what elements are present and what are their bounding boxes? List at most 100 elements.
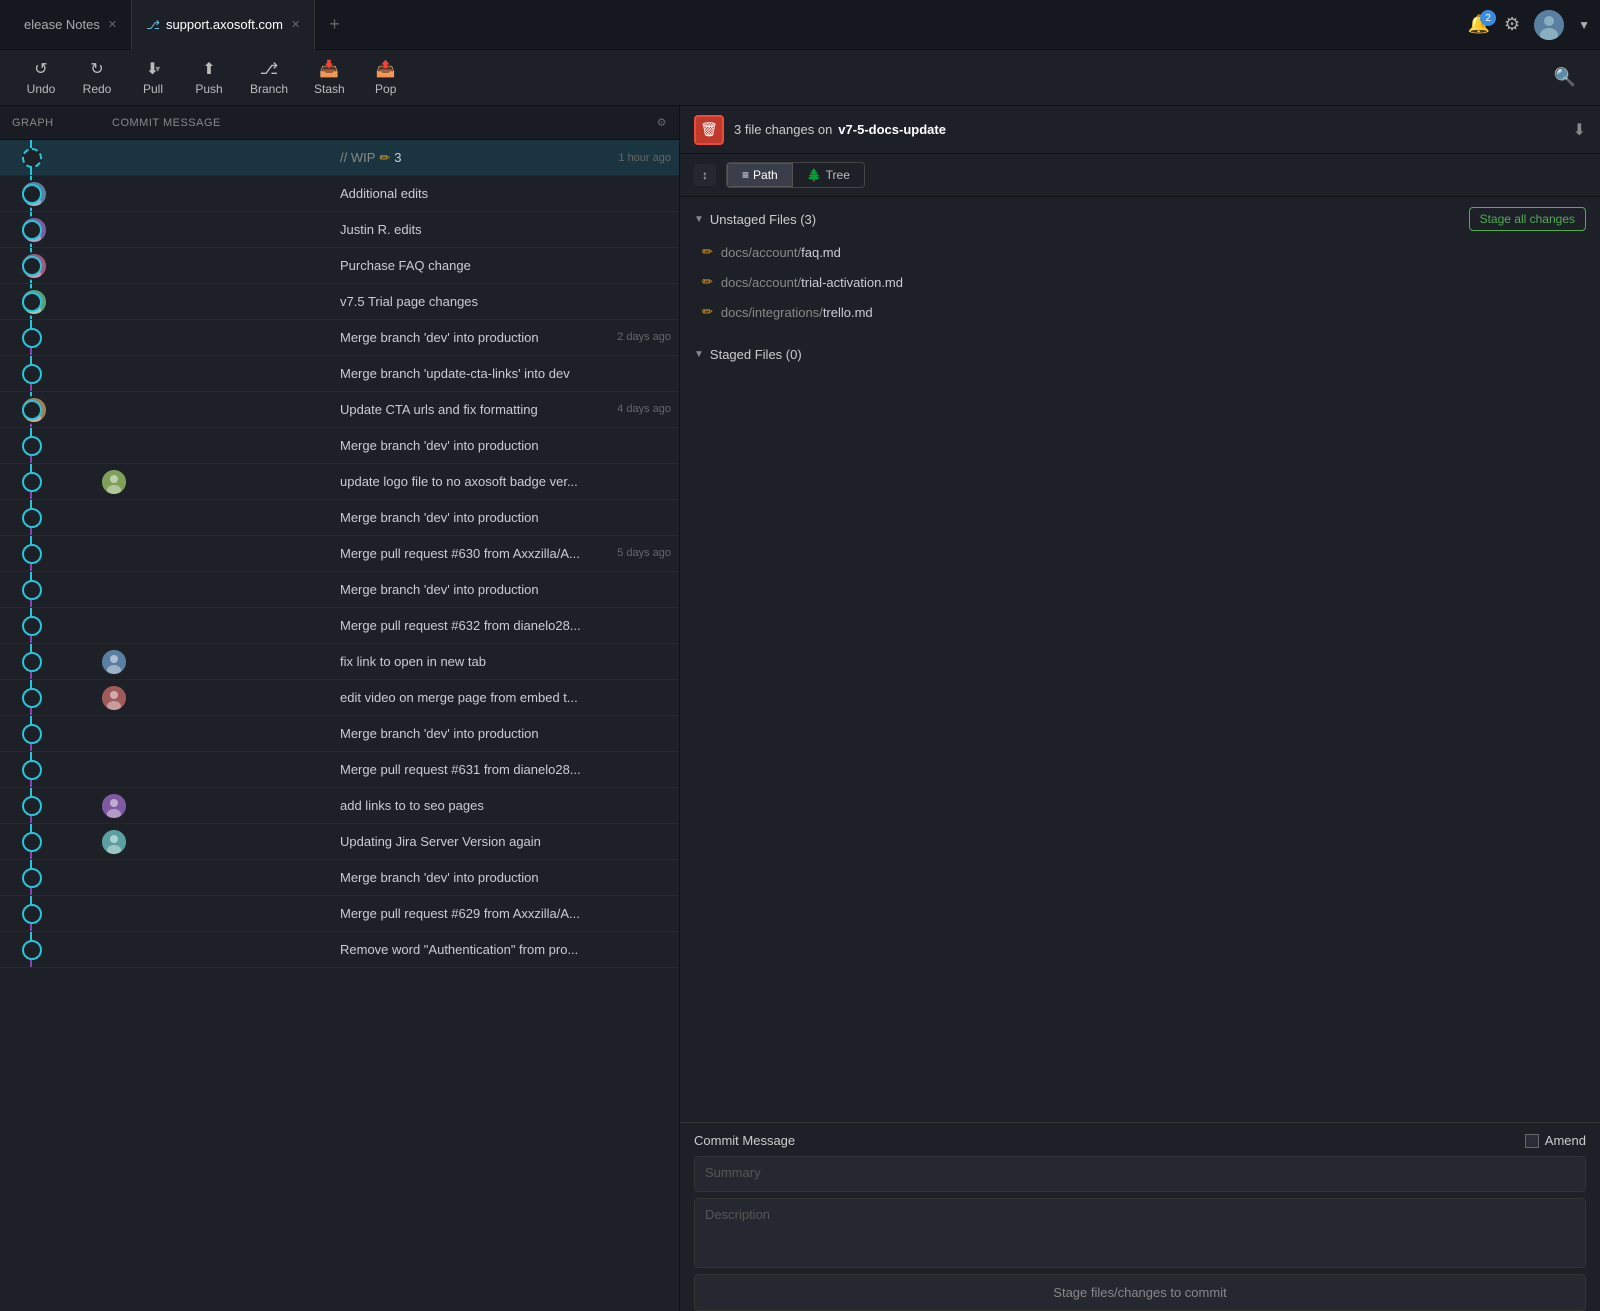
undo-button[interactable]: ↺ Undo xyxy=(16,55,66,100)
view-toggle: ≡ Path 🌲 Tree xyxy=(726,162,865,188)
graph-cell xyxy=(0,608,330,643)
commit-row[interactable]: Merge branch 'dev' into production xyxy=(0,572,679,608)
tab-close-release[interactable]: ✕ xyxy=(108,18,117,31)
search-button[interactable]: 🔍 xyxy=(1546,63,1584,92)
stage-all-button[interactable]: Stage all changes xyxy=(1469,207,1586,231)
download-button[interactable]: ⬇ xyxy=(1573,120,1586,140)
file-item[interactable]: ✏ docs/account/faq.md xyxy=(694,237,1586,267)
commit-row[interactable]: Merge branch 'dev' into production xyxy=(0,860,679,896)
timestamp-label: 1 hour ago xyxy=(618,152,671,164)
commit-row[interactable]: Update CTA urls and fix formatting4 days… xyxy=(0,392,679,428)
file-edit-icon: ✏ xyxy=(702,274,713,290)
tab-add-button[interactable]: + xyxy=(315,14,354,35)
branch-icon: ⎇ xyxy=(146,18,160,32)
commit-row[interactable]: add links to to seo pages xyxy=(0,788,679,824)
commit-message-cell: Merge branch 'update-cta-links' into dev xyxy=(330,366,679,381)
pull-button[interactable]: ⬇ ▾ Pull xyxy=(128,55,178,100)
commit-message-text: Merge branch 'dev' into production xyxy=(340,510,539,525)
branch-button[interactable]: ⎇ Branch xyxy=(240,55,298,100)
path-view-button[interactable]: ≡ Path xyxy=(727,163,793,187)
commit-message-cell: Remove word "Authentication" from pro... xyxy=(330,942,679,957)
graph-cell xyxy=(0,428,330,463)
unstaged-section-header[interactable]: ▼ Unstaged Files (3) Stage all changes xyxy=(694,197,1586,237)
branch-name-label: v7-5-docs-update xyxy=(838,122,946,137)
commit-row[interactable]: Remove word "Authentication" from pro... xyxy=(0,932,679,968)
commit-row[interactable]: Merge pull request #632 from dianelo28..… xyxy=(0,608,679,644)
tab-close-support[interactable]: ✕ xyxy=(291,18,300,31)
file-item[interactable]: ✏ docs/account/trial-activation.md xyxy=(694,267,1586,297)
delete-button[interactable]: 🗑 xyxy=(694,115,724,145)
commit-row[interactable]: Merge pull request #629 from Axxzilla/A.… xyxy=(0,896,679,932)
commit-message-text: Merge pull request #632 from dianelo28..… xyxy=(340,618,581,633)
sort-button[interactable]: ↕ xyxy=(694,164,716,186)
commit-row[interactable]: edit video on merge page from embed t... xyxy=(0,680,679,716)
timestamp-label: 4 days ago xyxy=(617,403,671,415)
commit-row[interactable]: Updating Jira Server Version again xyxy=(0,824,679,860)
notification-button[interactable]: 🔔 2 xyxy=(1468,14,1490,35)
top-bar-right: 🔔 2 ⚙ ▼ xyxy=(1468,10,1590,40)
summary-input[interactable]: Summary xyxy=(694,1156,1586,1192)
graph-cell xyxy=(0,140,330,175)
commit-row[interactable]: Merge branch 'dev' into production2 days… xyxy=(0,320,679,356)
wip-label: // WIP ✏ 3 xyxy=(340,150,402,166)
graph-cell xyxy=(0,212,330,247)
graph-cell xyxy=(0,752,330,787)
notification-badge: 2 xyxy=(1480,10,1496,26)
tab-release-notes[interactable]: elease Notes ✕ xyxy=(10,0,132,50)
commit-row[interactable]: Merge branch 'dev' into production xyxy=(0,716,679,752)
redo-button[interactable]: ↻ Redo xyxy=(72,55,122,100)
pop-button[interactable]: 📤 Pop xyxy=(361,55,411,100)
file-item[interactable]: ✏ docs/integrations/trello.md xyxy=(694,297,1586,327)
push-button[interactable]: ⬆ Push xyxy=(184,55,234,100)
branch-label: Branch xyxy=(250,82,288,96)
commit-row[interactable]: update logo file to no axosoft badge ver… xyxy=(0,464,679,500)
commit-row[interactable]: Merge pull request #630 from Axxzilla/A.… xyxy=(0,536,679,572)
commit-row[interactable]: Merge pull request #631 from dianelo28..… xyxy=(0,752,679,788)
commit-row[interactable]: fix link to open in new tab xyxy=(0,644,679,680)
commit-message-cell: Additional edits xyxy=(330,186,679,201)
avatar xyxy=(100,684,128,712)
commit-message-text: add links to to seo pages xyxy=(340,798,484,813)
commit-row[interactable]: Purchase FAQ change xyxy=(0,248,679,284)
unstaged-files-list: ✏ docs/account/faq.md ✏ docs/account/tri… xyxy=(694,237,1586,327)
files-section: ▼ Unstaged Files (3) Stage all changes ✏… xyxy=(680,197,1600,368)
commit-message-cell: Merge pull request #631 from dianelo28..… xyxy=(330,762,679,777)
staged-section-header[interactable]: ▼ Staged Files (0) xyxy=(694,337,1586,368)
commit-row[interactable]: Merge branch 'dev' into production xyxy=(0,500,679,536)
summary-placeholder: Summary xyxy=(705,1165,761,1180)
graph-header-label: GRAPH xyxy=(12,117,112,129)
commit-row[interactable]: Justin R. edits xyxy=(0,212,679,248)
tree-view-button[interactable]: 🌲 Tree xyxy=(793,163,864,187)
staged-label: Staged Files (0) xyxy=(710,347,802,362)
description-input[interactable]: Description xyxy=(694,1198,1586,1268)
commit-message-header: Commit Message Amend xyxy=(694,1123,1586,1156)
commit-message-cell: edit video on merge page from embed t... xyxy=(330,690,679,705)
chevron-down-icon[interactable]: ▼ xyxy=(1578,18,1590,32)
top-bar: elease Notes ✕ ⎇ support.axosoft.com ✕ +… xyxy=(0,0,1600,50)
tab-support[interactable]: ⎇ support.axosoft.com ✕ xyxy=(132,0,315,50)
amend-checkbox[interactable] xyxy=(1525,1134,1539,1148)
settings-icon[interactable]: ⚙ xyxy=(657,116,667,129)
branch-button-icon: ⎇ xyxy=(260,59,278,79)
amend-area: Amend xyxy=(1525,1133,1586,1148)
user-avatar[interactable] xyxy=(1534,10,1564,40)
commit-message-text: Merge branch 'dev' into production xyxy=(340,726,539,741)
file-controls: ↕ ≡ Path 🌲 Tree xyxy=(680,154,1600,197)
settings-button[interactable]: ⚙ xyxy=(1504,14,1520,35)
commit-row[interactable]: Merge branch 'dev' into production xyxy=(0,428,679,464)
graph-cell xyxy=(0,500,330,535)
toolbar: ↺ Undo ↻ Redo ⬇ ▾ Pull ⬆ Push ⎇ Branch 📥… xyxy=(0,50,1600,106)
commit-row[interactable]: Additional edits xyxy=(0,176,679,212)
commit-row[interactable]: // WIP ✏ 3 1 hour ago xyxy=(0,140,679,176)
commit-message-cell: Merge branch 'dev' into production xyxy=(330,870,679,885)
commit-row[interactable]: v7.5 Trial page changes xyxy=(0,284,679,320)
path-icon: ≡ xyxy=(742,168,749,182)
stage-commit-button[interactable]: Stage files/changes to commit xyxy=(694,1274,1586,1311)
graph-cell xyxy=(0,176,330,211)
graph-cell xyxy=(0,932,330,967)
sort-icon: ↕ xyxy=(702,168,708,182)
tree-icon: 🌲 xyxy=(807,168,822,182)
stash-button[interactable]: 📥 Stash xyxy=(304,55,355,100)
commit-message-cell: Merge branch 'dev' into production xyxy=(330,726,679,741)
commit-row[interactable]: Merge branch 'update-cta-links' into dev xyxy=(0,356,679,392)
